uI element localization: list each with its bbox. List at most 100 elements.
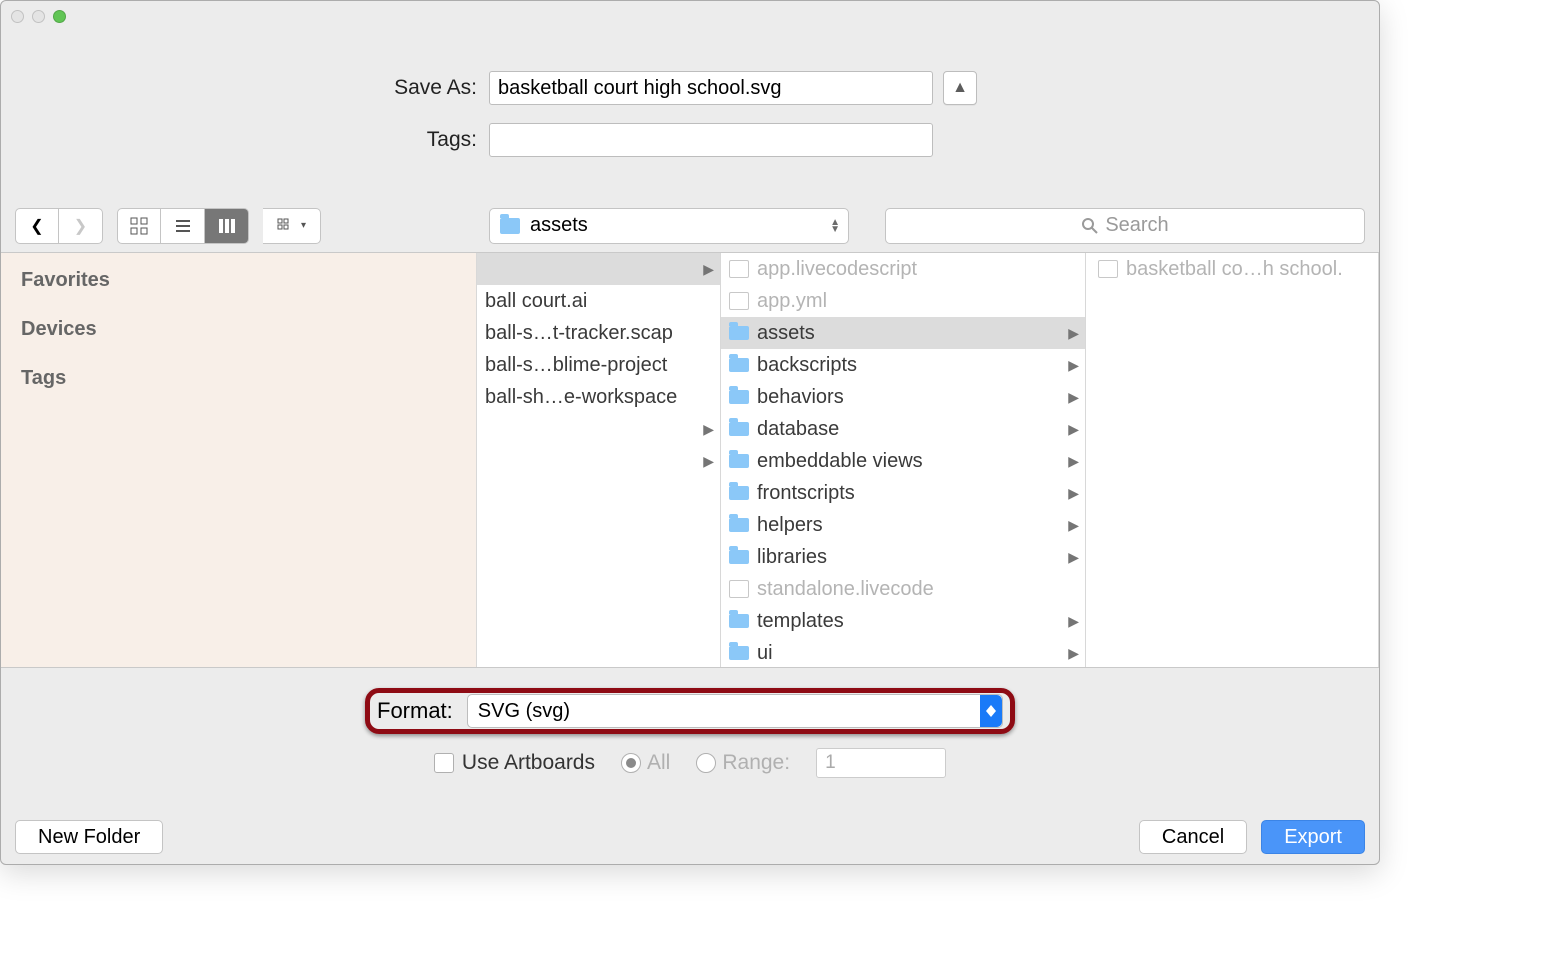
browser-column-2: app.livecodescriptapp.ymlassets▶backscri…	[721, 253, 1086, 667]
sidebar: Favorites Devices Tags	[1, 253, 477, 667]
folder-icon	[729, 486, 749, 500]
chevron-down-icon: ▾	[301, 220, 306, 231]
chevron-right-icon: ▶	[1068, 325, 1079, 342]
list-item[interactable]: ▶	[477, 445, 720, 477]
list-item[interactable]: app.yml	[721, 285, 1085, 317]
list-item[interactable]: frontscripts▶	[721, 477, 1085, 509]
close-window-button[interactable]	[11, 10, 24, 23]
chevron-right-icon: ❯	[74, 216, 87, 236]
file-icon	[729, 580, 749, 598]
list-item-label: ui	[757, 642, 773, 665]
list-item-label: backscripts	[757, 354, 857, 377]
list-item[interactable]: ▶	[477, 253, 720, 285]
list-icon	[174, 217, 192, 235]
collapse-toggle-button[interactable]: ▲	[943, 71, 977, 105]
new-folder-button[interactable]: New Folder	[15, 820, 163, 854]
file-icon	[1098, 260, 1118, 278]
chevron-right-icon: ▶	[1068, 613, 1079, 630]
list-item[interactable]: helpers▶	[721, 509, 1085, 541]
chevron-right-icon: ▶	[1068, 357, 1079, 374]
folder-icon	[729, 358, 749, 372]
list-item[interactable]: ball court.ai	[477, 285, 720, 317]
select-stepper-icon	[980, 695, 1002, 727]
view-icon-button[interactable]	[117, 208, 161, 244]
stepper-icon: ▲▼	[830, 219, 840, 233]
arrange-menu-button[interactable]: ▾	[263, 208, 321, 244]
list-item[interactable]: ball-s…blime-project	[477, 349, 720, 381]
browser-toolbar: ❮ ❯ ▾ assets ▲▼	[1, 199, 1379, 253]
folder-icon	[729, 390, 749, 404]
nav-back-forward: ❮ ❯	[15, 208, 103, 244]
browser-column-3: basketball co…h school.	[1086, 253, 1379, 667]
view-columns-button[interactable]	[205, 208, 249, 244]
checkbox-icon	[434, 753, 454, 773]
folder-icon	[729, 614, 749, 628]
list-item[interactable]: ui ▶	[721, 637, 1085, 667]
list-item[interactable]: standalone.livecode	[721, 573, 1085, 605]
list-item[interactable]: backscripts ▶	[721, 349, 1085, 381]
save-as-input[interactable]	[489, 71, 933, 105]
save-as-label: Save As:	[1, 76, 489, 100]
minimize-window-button[interactable]	[32, 10, 45, 23]
use-artboards-checkbox[interactable]: Use Artboards	[434, 751, 595, 775]
list-item[interactable]: ball-s…t-tracker.scap	[477, 317, 720, 349]
list-item-label: ball-s…t-tracker.scap	[485, 322, 673, 345]
nav-back-button[interactable]: ❮	[15, 208, 59, 244]
chevron-right-icon: ▶	[1068, 389, 1079, 406]
list-item-label: ball-s…blime-project	[485, 354, 667, 377]
list-item[interactable]: database▶	[721, 413, 1085, 445]
list-item-label: app.yml	[757, 290, 827, 313]
folder-icon	[729, 454, 749, 468]
chevron-right-icon: ▶	[703, 453, 714, 470]
folder-icon	[729, 550, 749, 564]
column-browser: Favorites Devices Tags ▶ ball court.ai bal…	[1, 253, 1379, 668]
list-item-label: embeddable views	[757, 450, 923, 473]
sidebar-heading-devices[interactable]: Devices	[21, 318, 456, 341]
radio-icon	[621, 753, 641, 773]
nav-forward-button[interactable]: ❯	[59, 208, 103, 244]
list-item-label: libraries	[757, 546, 827, 569]
list-item[interactable]: ▶	[477, 413, 720, 445]
folder-icon	[729, 422, 749, 436]
sidebar-heading-favorites[interactable]: Favorites	[21, 269, 456, 292]
zoom-window-button[interactable]	[53, 10, 66, 23]
format-value: SVG (svg)	[478, 700, 570, 723]
path-folder-name: assets	[530, 214, 588, 237]
list-item-label: behaviors	[757, 386, 844, 409]
file-icon	[729, 292, 749, 310]
columns-icon	[218, 217, 236, 235]
format-label: Format:	[377, 698, 453, 724]
list-item[interactable]: libraries▶	[721, 541, 1085, 573]
list-item-label: database	[757, 418, 839, 441]
list-item[interactable]: embeddable views▶	[721, 445, 1085, 477]
chevron-right-icon: ▶	[703, 261, 714, 278]
list-item-label: ball court.ai	[485, 290, 587, 313]
search-field[interactable]: Search	[885, 208, 1365, 244]
list-item[interactable]: app.livecodescript	[721, 253, 1085, 285]
list-item[interactable]: behaviors ▶	[721, 381, 1085, 413]
chevron-right-icon: ▶	[1068, 645, 1079, 662]
grid-icon	[130, 217, 148, 235]
search-icon	[1081, 217, 1099, 235]
browser-column-1: ▶ ball court.ai ball-s…t-tracker.scap ball-…	[477, 253, 721, 667]
folder-icon	[729, 518, 749, 532]
list-item-label: assets	[757, 322, 815, 345]
path-popup[interactable]: assets ▲▼	[489, 208, 849, 244]
chevron-left-icon: ❮	[30, 216, 43, 236]
chevron-right-icon: ▶	[1068, 517, 1079, 534]
search-placeholder: Search	[1105, 214, 1168, 237]
tags-label: Tags:	[1, 128, 489, 152]
cancel-button[interactable]: Cancel	[1139, 820, 1247, 854]
list-item[interactable]: templates▶	[721, 605, 1085, 637]
export-button[interactable]: Export	[1261, 820, 1365, 854]
list-item[interactable]: ball-sh…e-workspace	[477, 381, 720, 413]
list-item[interactable]: assets ▶	[721, 317, 1085, 349]
dialog-footer: New Folder Cancel Export	[1, 820, 1379, 854]
sidebar-heading-tags[interactable]: Tags	[21, 367, 456, 390]
tags-input[interactable]	[489, 123, 933, 157]
radio-icon	[696, 753, 716, 773]
format-select[interactable]: SVG (svg)	[467, 694, 1003, 728]
view-list-button[interactable]	[161, 208, 205, 244]
save-dialog: Save As: ▲ Tags: ❮ ❯	[0, 0, 1380, 865]
list-item[interactable]: basketball co…h school.	[1086, 253, 1378, 285]
